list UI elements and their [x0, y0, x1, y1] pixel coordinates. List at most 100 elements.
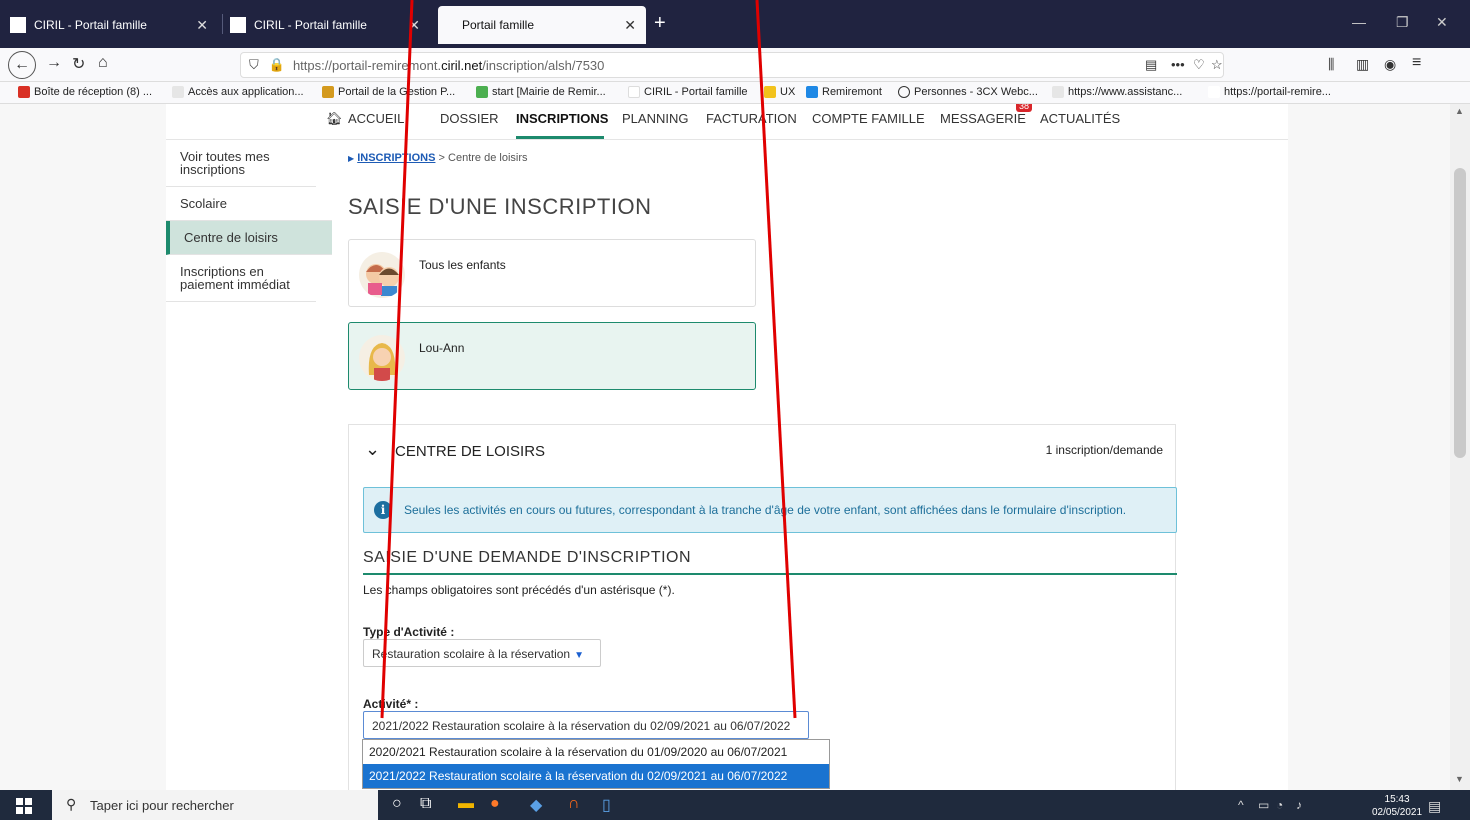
child-avatar-icon	[359, 335, 405, 381]
bookmark-icon	[172, 86, 184, 98]
browser-tab[interactable]: CIRIL - Portail famille ✕	[230, 6, 430, 44]
required-fields-note: Les champs obligatoires sont précédés d'…	[363, 583, 675, 597]
back-arrow-icon[interactable]: ←	[8, 51, 36, 79]
inscription-count: 1 inscription/demande	[1045, 443, 1163, 457]
tab-favicon-icon	[230, 17, 246, 33]
child-name: Lou-Ann	[419, 341, 465, 355]
bookmark-item[interactable]: UX	[764, 86, 795, 98]
form-title-underline	[363, 573, 1177, 575]
messagerie-badge: 38	[1016, 104, 1033, 112]
info-alert: i Seules les activités en cours ou futur…	[363, 487, 1177, 533]
sidebar-item-toutes-inscriptions[interactable]: Voir toutes mes inscriptions	[166, 140, 316, 187]
nav-dossier[interactable]: DOSSIER	[440, 111, 499, 126]
tray-wifi-icon[interactable]: ◔	[1276, 798, 1283, 812]
search-icon: ⚲	[66, 796, 77, 812]
browser-nav-bar: ← → ↻ ⌂ ⛉ 🔒 https://portail-remiremont. c…	[0, 48, 1470, 82]
breadcrumb-link-inscriptions[interactable]: INSCRIPTIONS	[357, 152, 435, 164]
child-card-tous[interactable]: Tous les enfants	[348, 239, 756, 307]
activite-label: Activité* :	[363, 697, 419, 711]
nav-accueil[interactable]: ACCUEIL	[348, 111, 404, 126]
cortana-icon[interactable]: ○	[392, 795, 402, 813]
form-title: SAISIE D'UNE DEMANDE D'INSCRIPTION	[363, 549, 692, 566]
restore-icon[interactable]: ❐	[1396, 14, 1409, 31]
sidebar-item-scolaire[interactable]: Scolaire	[166, 187, 332, 221]
home-icon[interactable]: 🏠︎	[326, 111, 343, 127]
task-view-icon[interactable]: ⧉	[420, 795, 431, 813]
notifications-icon[interactable]: ▤	[1428, 798, 1441, 815]
nav-messagerie[interactable]: MESSAGERIE	[940, 111, 1026, 126]
window-close-icon[interactable]: ✕	[1436, 14, 1448, 31]
bookmark-item[interactable]: Portail de la Gestion P...	[322, 86, 455, 98]
activite-select[interactable]: 2021/2022 Restauration scolaire à la rés…	[363, 711, 809, 739]
tab-close-icon[interactable]: ✕	[196, 17, 208, 34]
home-icon[interactable]: ⌂	[98, 54, 108, 72]
minimize-icon[interactable]: —	[1352, 14, 1366, 30]
bookmark-star-icon[interactable]: ☆	[1211, 57, 1223, 73]
url-domain: ciril.net	[441, 57, 483, 73]
scroll-up-icon[interactable]: ▲	[1455, 106, 1464, 116]
page-scrollbar[interactable]: ▲ ▼	[1450, 104, 1470, 790]
activite-option-selected[interactable]: 2021/2022 Restauration scolaire à la rés…	[363, 764, 829, 788]
document-icon[interactable]: ▯	[602, 795, 611, 815]
bookmark-item[interactable]: https://portail-remire...	[1208, 86, 1331, 98]
taskbar-clock[interactable]: 15:43 02/05/2021	[1372, 793, 1422, 819]
bookmark-icon	[476, 86, 488, 98]
new-tab-button[interactable]: +	[654, 12, 666, 35]
sidebar-item-centre-de-loisirs[interactable]: Centre de loisirs	[166, 221, 332, 255]
scrollbar-thumb[interactable]	[1454, 168, 1466, 458]
account-icon[interactable]: ◉	[1384, 56, 1396, 73]
breadcrumb: ▶ INSCRIPTIONS > Centre de loisirs	[348, 152, 528, 164]
windows-taskbar: ⚲ Taper ici pour rechercher ○ ⧉ ▬ ● ◆ ∩ …	[0, 790, 1470, 820]
reload-icon[interactable]: ↻	[72, 54, 85, 74]
windows-start-icon[interactable]	[16, 798, 32, 817]
sidebar-icon[interactable]: ▥	[1356, 56, 1369, 73]
activite-value: 2021/2022 Restauration scolaire à la rés…	[372, 719, 791, 733]
browser-tab[interactable]: CIRIL - Portail famille ✕	[10, 6, 218, 44]
lock-icon: 🔒	[268, 57, 285, 72]
file-explorer-icon[interactable]: ▬	[458, 795, 474, 813]
firefox-icon[interactable]: ●	[490, 795, 500, 813]
menu-icon[interactable]: ≡	[1412, 54, 1421, 72]
nav-actualites[interactable]: ACTUALITÉS	[1040, 111, 1120, 126]
scroll-down-icon[interactable]: ▼	[1455, 774, 1464, 784]
tray-chevron-icon[interactable]: ^	[1238, 798, 1244, 812]
nav-facturation[interactable]: FACTURATION	[706, 111, 797, 126]
child-card-lou-ann[interactable]: Lou-Ann	[348, 322, 756, 390]
nav-inscriptions[interactable]: INSCRIPTIONS	[516, 111, 608, 126]
nav-compte-famille[interactable]: COMPTE FAMILLE	[812, 111, 925, 126]
url-path: /inscription/alsh/7530	[482, 57, 605, 73]
top-navigation: 🏠︎ ACCUEIL DOSSIER INSCRIPTIONS PLANNING…	[166, 104, 1288, 140]
activite-option[interactable]: 2020/2021 Restauration scolaire à la rés…	[363, 740, 829, 764]
bookmark-item[interactable]: Remiremont	[806, 86, 882, 98]
bookmark-icon	[1052, 86, 1064, 98]
app-icon[interactable]: ∩	[568, 795, 580, 813]
sidebar-item-paiement-immediat[interactable]: Inscriptions en paiement immédiat	[166, 255, 316, 302]
reader-view-icon[interactable]: ▤	[1145, 57, 1157, 73]
type-activite-select[interactable]: Restauration scolaire à la réservation ▼	[363, 639, 601, 667]
nav-planning[interactable]: PLANNING	[622, 111, 688, 126]
url-bar[interactable]: ⛉ 🔒 https://portail-remiremont. ciril.net…	[240, 52, 1224, 78]
bookmark-item[interactable]: https://www.assistanc...	[1052, 86, 1182, 98]
browser-tab-active[interactable]: Portail famille ✕	[438, 6, 646, 44]
app-icon[interactable]: ◆	[530, 795, 542, 815]
tab-close-icon[interactable]: ✕	[408, 17, 420, 34]
info-icon: i	[374, 501, 392, 519]
library-icon[interactable]: ⫼	[1328, 56, 1334, 73]
tab-close-icon[interactable]: ✕	[624, 17, 636, 34]
bookmark-item[interactable]: start [Mairie de Remir...	[476, 86, 606, 98]
tray-volume-icon[interactable]: ♪	[1296, 798, 1302, 812]
bookmark-item[interactable]: Accès aux application...	[172, 86, 304, 98]
bookmark-item[interactable]: CIRIL - Portail famille	[628, 86, 748, 98]
bookmark-icon	[322, 86, 334, 98]
clock-time: 15:43	[1384, 794, 1410, 805]
tray-battery-icon: ▭	[1258, 798, 1270, 812]
taskbar-search-input[interactable]: ⚲ Taper ici pour rechercher	[52, 790, 378, 820]
bookmark-item[interactable]: Personnes - 3CX Webc...	[898, 86, 1038, 98]
active-nav-underline	[516, 136, 604, 139]
bookmark-item[interactable]: Boîte de réception (8) ...	[18, 86, 152, 98]
chevron-down-icon[interactable]: ⌄	[365, 439, 380, 460]
forward-arrow-icon[interactable]: →	[46, 54, 62, 72]
pocket-icon[interactable]: ♡	[1193, 57, 1205, 73]
tab-favicon-icon	[10, 17, 26, 33]
page-actions-icon[interactable]: •••	[1171, 57, 1185, 72]
